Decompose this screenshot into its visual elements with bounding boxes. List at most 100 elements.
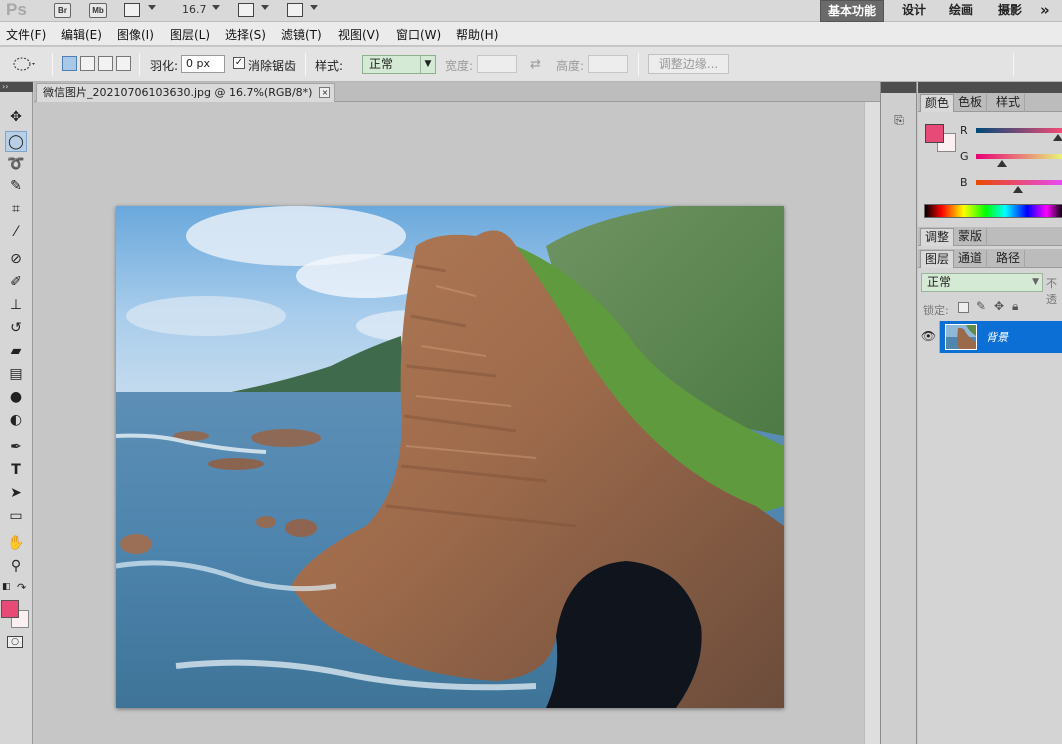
tab-channels[interactable]: 通道: [954, 250, 988, 268]
elliptical-marquee-preset-icon[interactable]: [12, 56, 36, 72]
healing-brush-icon[interactable]: ⊘: [5, 249, 27, 270]
menu-image[interactable]: 图像(I): [117, 26, 154, 43]
swap-colors-icon[interactable]: ↷: [17, 581, 26, 594]
color-spectrum-ramp[interactable]: [924, 204, 1062, 218]
zoom-level[interactable]: 16.7: [182, 3, 207, 16]
color-panel-foreground-swatch[interactable]: [925, 124, 944, 143]
eraser-icon[interactable]: ▰: [5, 341, 27, 362]
tab-adjustments[interactable]: 调整: [920, 228, 955, 246]
history-brush-icon[interactable]: ↺: [5, 318, 27, 339]
width-input[interactable]: [477, 55, 517, 73]
subtract-from-selection-button[interactable]: [98, 56, 113, 71]
blue-slider-track[interactable]: [976, 180, 1062, 185]
move-icon[interactable]: ✥: [5, 107, 27, 128]
chevron-down-icon[interactable]: [212, 5, 220, 10]
zoom-icon[interactable]: ⚲: [5, 556, 27, 577]
workspace-design[interactable]: 设计: [902, 0, 926, 22]
lock-transparency-icon[interactable]: [958, 302, 969, 313]
history-panel-icon[interactable]: ⎘: [889, 110, 909, 130]
type-icon[interactable]: T: [5, 460, 27, 481]
bridge-button[interactable]: Br: [54, 3, 71, 18]
more-workspaces-icon[interactable]: »: [1040, 0, 1050, 22]
refine-edge-button[interactable]: 调整边缘...: [648, 54, 729, 74]
toolbar-header[interactable]: ››: [0, 82, 33, 92]
add-to-selection-button[interactable]: [80, 56, 95, 71]
tab-layers[interactable]: 图层: [920, 250, 955, 268]
lock-position-icon[interactable]: ✥: [994, 299, 1004, 313]
feather-label: 羽化:: [150, 59, 179, 73]
menu-layer[interactable]: 图层(L): [170, 26, 210, 43]
gradient-icon[interactable]: ▤: [5, 364, 27, 385]
panels-header[interactable]: [918, 82, 1062, 93]
menu-help[interactable]: 帮助(H): [456, 26, 498, 43]
tab-swatches[interactable]: 色板: [954, 94, 988, 112]
menu-select[interactable]: 选择(S): [225, 26, 266, 43]
green-slider-thumb[interactable]: [997, 160, 1008, 167]
vertical-scrollbar[interactable]: [864, 102, 880, 744]
workspace-photography[interactable]: 摄影: [998, 0, 1022, 22]
path-select-icon[interactable]: ➤: [5, 483, 27, 504]
lock-all-icon[interactable]: 🔒︎: [1012, 299, 1018, 314]
intersect-selection-button[interactable]: [116, 56, 131, 71]
default-colors-icon[interactable]: ◧: [2, 582, 11, 592]
tab-color[interactable]: 颜色: [920, 94, 955, 112]
crop-icon[interactable]: ⌗: [5, 199, 27, 220]
tab-paths[interactable]: 路径: [992, 250, 1026, 268]
close-icon[interactable]: ×: [319, 87, 331, 98]
panels-dock: 颜色 色板 样式 R G B 调整 蒙版 图层 通道 路径 正常 ▼ 不透 锁定…: [918, 82, 1062, 744]
menu-filter[interactable]: 滤镜(T): [281, 26, 322, 43]
chevron-down-icon[interactable]: [261, 5, 269, 10]
chevron-down-icon[interactable]: [148, 5, 156, 10]
dock-header[interactable]: [881, 82, 916, 93]
screen-mode-icon[interactable]: [287, 3, 303, 17]
arrange-documents-icon[interactable]: [238, 3, 254, 17]
height-input[interactable]: [588, 55, 628, 73]
chevron-down-icon[interactable]: [310, 5, 318, 10]
visibility-eye-icon[interactable]: 👁︎: [918, 321, 940, 353]
rectangle-icon[interactable]: ▭: [5, 506, 27, 527]
layer-name: 背景: [986, 331, 1008, 344]
workspace-basic[interactable]: 基本功能: [820, 0, 884, 22]
blue-slider-thumb[interactable]: [1013, 186, 1023, 193]
menu-window[interactable]: 窗口(W): [396, 26, 441, 43]
lasso-icon[interactable]: ➰: [5, 154, 27, 175]
menu-edit[interactable]: 编辑(E): [61, 26, 102, 43]
workspace-painting[interactable]: 绘画: [949, 0, 973, 22]
hand-icon[interactable]: ✋: [5, 533, 27, 554]
swap-dimensions-icon[interactable]: ⇄: [530, 57, 541, 72]
color-panel-tabs: 颜色 色板 样式: [918, 93, 1062, 112]
view-extras-icon[interactable]: [124, 3, 140, 17]
antialias-checkbox[interactable]: ✓: [233, 57, 245, 69]
document-title: 微信图片_20210706103630.jpg @ 16.7%(RGB/8*): [43, 86, 313, 99]
layer-row[interactable]: 👁︎ 背景: [918, 321, 1062, 353]
green-slider-track[interactable]: [976, 154, 1062, 159]
clone-stamp-icon[interactable]: ⊥: [5, 295, 27, 316]
style-select[interactable]: 正常 ▼: [362, 55, 436, 74]
document-tab[interactable]: 微信图片_20210706103630.jpg @ 16.7%(RGB/8*) …: [36, 83, 336, 102]
document-canvas[interactable]: [115, 206, 784, 708]
pen-icon[interactable]: ✒: [5, 437, 27, 458]
eyedropper-icon[interactable]: ⁄: [5, 222, 27, 243]
quick-select-icon[interactable]: ✎: [5, 176, 27, 197]
adjust-panel-tabs: 调整 蒙版: [918, 227, 1062, 246]
brush-icon[interactable]: ✐: [5, 272, 27, 293]
foreground-color-swatch[interactable]: [1, 600, 19, 618]
tab-masks[interactable]: 蒙版: [954, 228, 988, 246]
blur-icon[interactable]: ●: [5, 387, 27, 408]
dodge-icon[interactable]: ◐: [5, 410, 27, 431]
blend-mode-select[interactable]: 正常 ▼: [921, 273, 1043, 292]
tab-styles[interactable]: 样式: [992, 94, 1026, 112]
red-slider-thumb[interactable]: [1052, 134, 1062, 141]
menu-bar: 文件(F) 编辑(E) 图像(I) 图层(L) 选择(S) 滤镜(T) 视图(V…: [0, 22, 1062, 46]
new-selection-button[interactable]: [62, 56, 77, 71]
menu-file[interactable]: 文件(F): [6, 26, 46, 43]
style-label: 样式:: [315, 59, 344, 73]
quick-mask-icon[interactable]: ○: [7, 636, 23, 648]
red-slider-track[interactable]: [976, 128, 1062, 133]
green-channel-label: G: [960, 150, 969, 163]
mini-bridge-button[interactable]: Mb: [89, 3, 107, 18]
lock-pixels-icon[interactable]: ✎: [976, 299, 986, 313]
elliptical-marquee-icon[interactable]: ◯: [5, 131, 27, 152]
feather-input[interactable]: 0 px: [181, 55, 225, 73]
menu-view[interactable]: 视图(V): [338, 26, 380, 43]
